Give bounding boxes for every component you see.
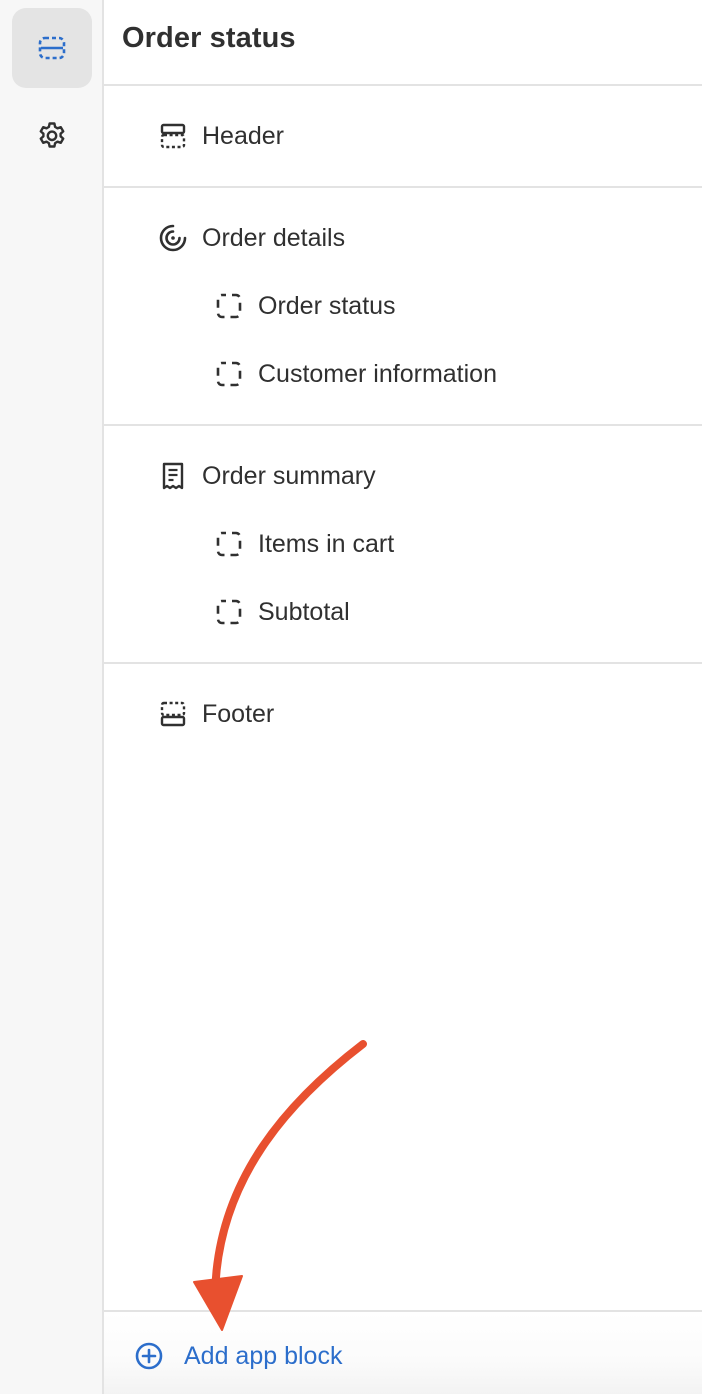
sections-icon [37, 33, 67, 63]
block-icon [214, 529, 244, 559]
block-label: Customer information [258, 359, 497, 388]
app-root: Order status Header Order details Order … [0, 0, 702, 1394]
section-row-order-summary[interactable]: Order summary [104, 442, 702, 510]
sections-panel: Order status Header Order details Order … [104, 0, 702, 1394]
section-row-header[interactable]: Header [104, 102, 702, 170]
settings-rail-button[interactable] [12, 96, 92, 176]
add-app-block-button[interactable]: Add app block [134, 1341, 342, 1371]
section-group-footer: Footer [104, 664, 702, 748]
bottom-action-bar: Add app block [104, 1310, 702, 1394]
block-icon [214, 359, 244, 389]
sections-rail-button[interactable] [12, 8, 92, 88]
section-group-order-summary: Order summary Items in cart Subtotal [104, 426, 702, 664]
block-label: Order status [258, 291, 396, 320]
left-rail [0, 0, 104, 1394]
order-details-icon [158, 223, 188, 253]
block-row-subtotal[interactable]: Subtotal [104, 578, 702, 646]
section-label: Order details [202, 223, 346, 252]
block-label: Subtotal [258, 597, 350, 626]
add-app-block-label: Add app block [184, 1341, 343, 1370]
section-row-order-details[interactable]: Order details [104, 204, 702, 272]
block-row-customer-information[interactable]: Customer information [104, 340, 702, 408]
block-icon [214, 597, 244, 627]
block-label: Items in cart [258, 529, 395, 558]
panel-header: Order status [104, 0, 702, 86]
block-icon [214, 291, 244, 321]
section-label: Header [202, 121, 284, 150]
plus-circle-icon [134, 1341, 164, 1371]
section-group-order-details: Order details Order status Customer info… [104, 188, 702, 426]
section-label: Order summary [202, 461, 376, 490]
section-label: Footer [202, 699, 275, 728]
section-row-footer[interactable]: Footer [104, 680, 702, 748]
section-group-header: Header [104, 86, 702, 188]
header-layout-icon [158, 121, 188, 151]
block-row-items-in-cart[interactable]: Items in cart [104, 510, 702, 578]
block-row-order-status[interactable]: Order status [104, 272, 702, 340]
footer-layout-icon [158, 699, 188, 729]
gear-icon [36, 120, 68, 152]
receipt-icon [158, 461, 188, 491]
page-title: Order status [122, 21, 296, 54]
